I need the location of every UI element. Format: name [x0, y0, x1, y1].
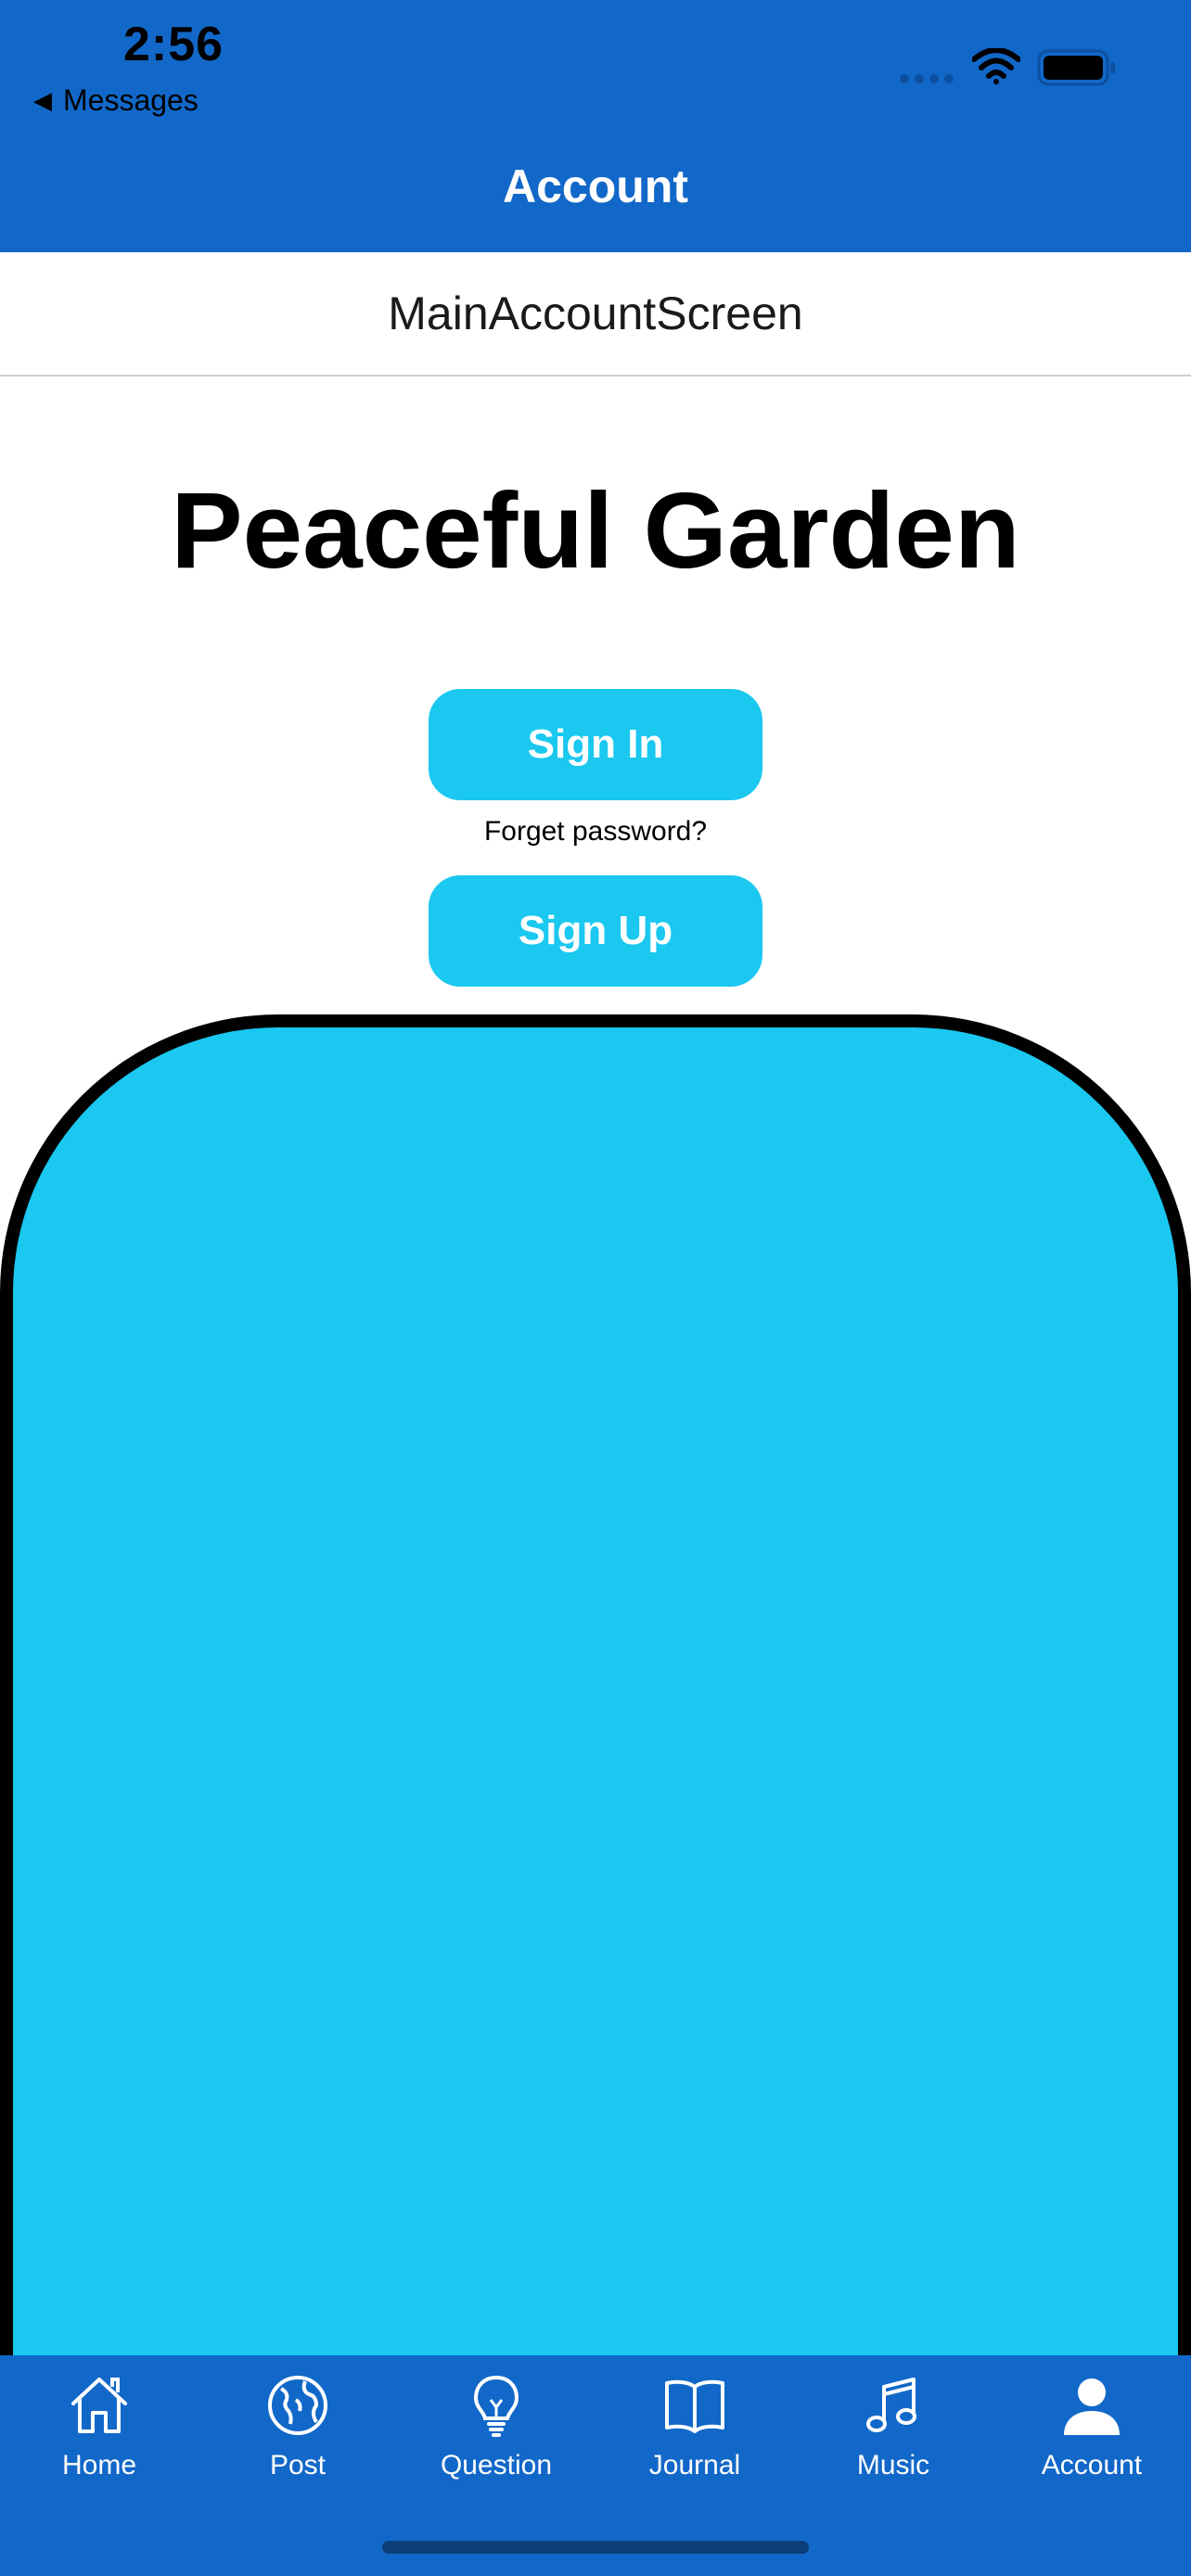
bottom-tab-bar: Home Post Question Journal Music Account — [0, 2355, 1191, 2576]
tab-question[interactable]: Question — [397, 2355, 596, 2522]
nav-title: Account — [503, 160, 688, 212]
tab-home-label: Home — [61, 2450, 137, 2480]
home-indicator — [382, 2541, 809, 2554]
garden-panel — [0, 1014, 1191, 2498]
tab-question-label: Question — [440, 2450, 553, 2480]
tab-journal[interactable]: Journal — [596, 2355, 794, 2522]
tab-music-label: Music — [856, 2450, 930, 2480]
status-time: 2:56 — [123, 18, 224, 71]
tab-journal-label: Journal — [648, 2450, 741, 2480]
back-label: Messages — [63, 83, 198, 117]
cellular-signal-icon — [900, 74, 954, 83]
wifi-icon — [972, 48, 1020, 84]
forgot-password-link[interactable]: Forget password? — [0, 816, 1191, 848]
back-caret-icon: ◀ — [33, 86, 52, 114]
person-icon — [1064, 2378, 1120, 2435]
top-header: 2:56 ◀ Messages Account — [0, 0, 1191, 252]
music-note-icon — [866, 2378, 916, 2432]
tab-music[interactable]: Music — [794, 2355, 992, 2522]
home-icon — [71, 2378, 127, 2433]
tab-home[interactable]: Home — [0, 2355, 198, 2522]
back-to-messages-button[interactable]: ◀ Messages — [33, 83, 198, 118]
lightbulb-icon — [473, 2375, 519, 2437]
book-icon — [665, 2379, 724, 2433]
sign-up-button[interactable]: Sign Up — [429, 875, 762, 987]
tab-account[interactable]: Account — [992, 2355, 1191, 2522]
globe-icon — [268, 2376, 327, 2435]
tab-account-label: Account — [1041, 2450, 1143, 2480]
battery-icon — [1037, 49, 1115, 86]
tab-post-label: Post — [269, 2450, 327, 2480]
app-title: Peaceful Garden — [171, 470, 1020, 591]
sign-in-button[interactable]: Sign In — [429, 689, 762, 800]
screen-name-bar: MainAccountScreen — [0, 252, 1191, 376]
screen-name: MainAccountScreen — [388, 287, 803, 339]
tab-post[interactable]: Post — [198, 2355, 397, 2522]
